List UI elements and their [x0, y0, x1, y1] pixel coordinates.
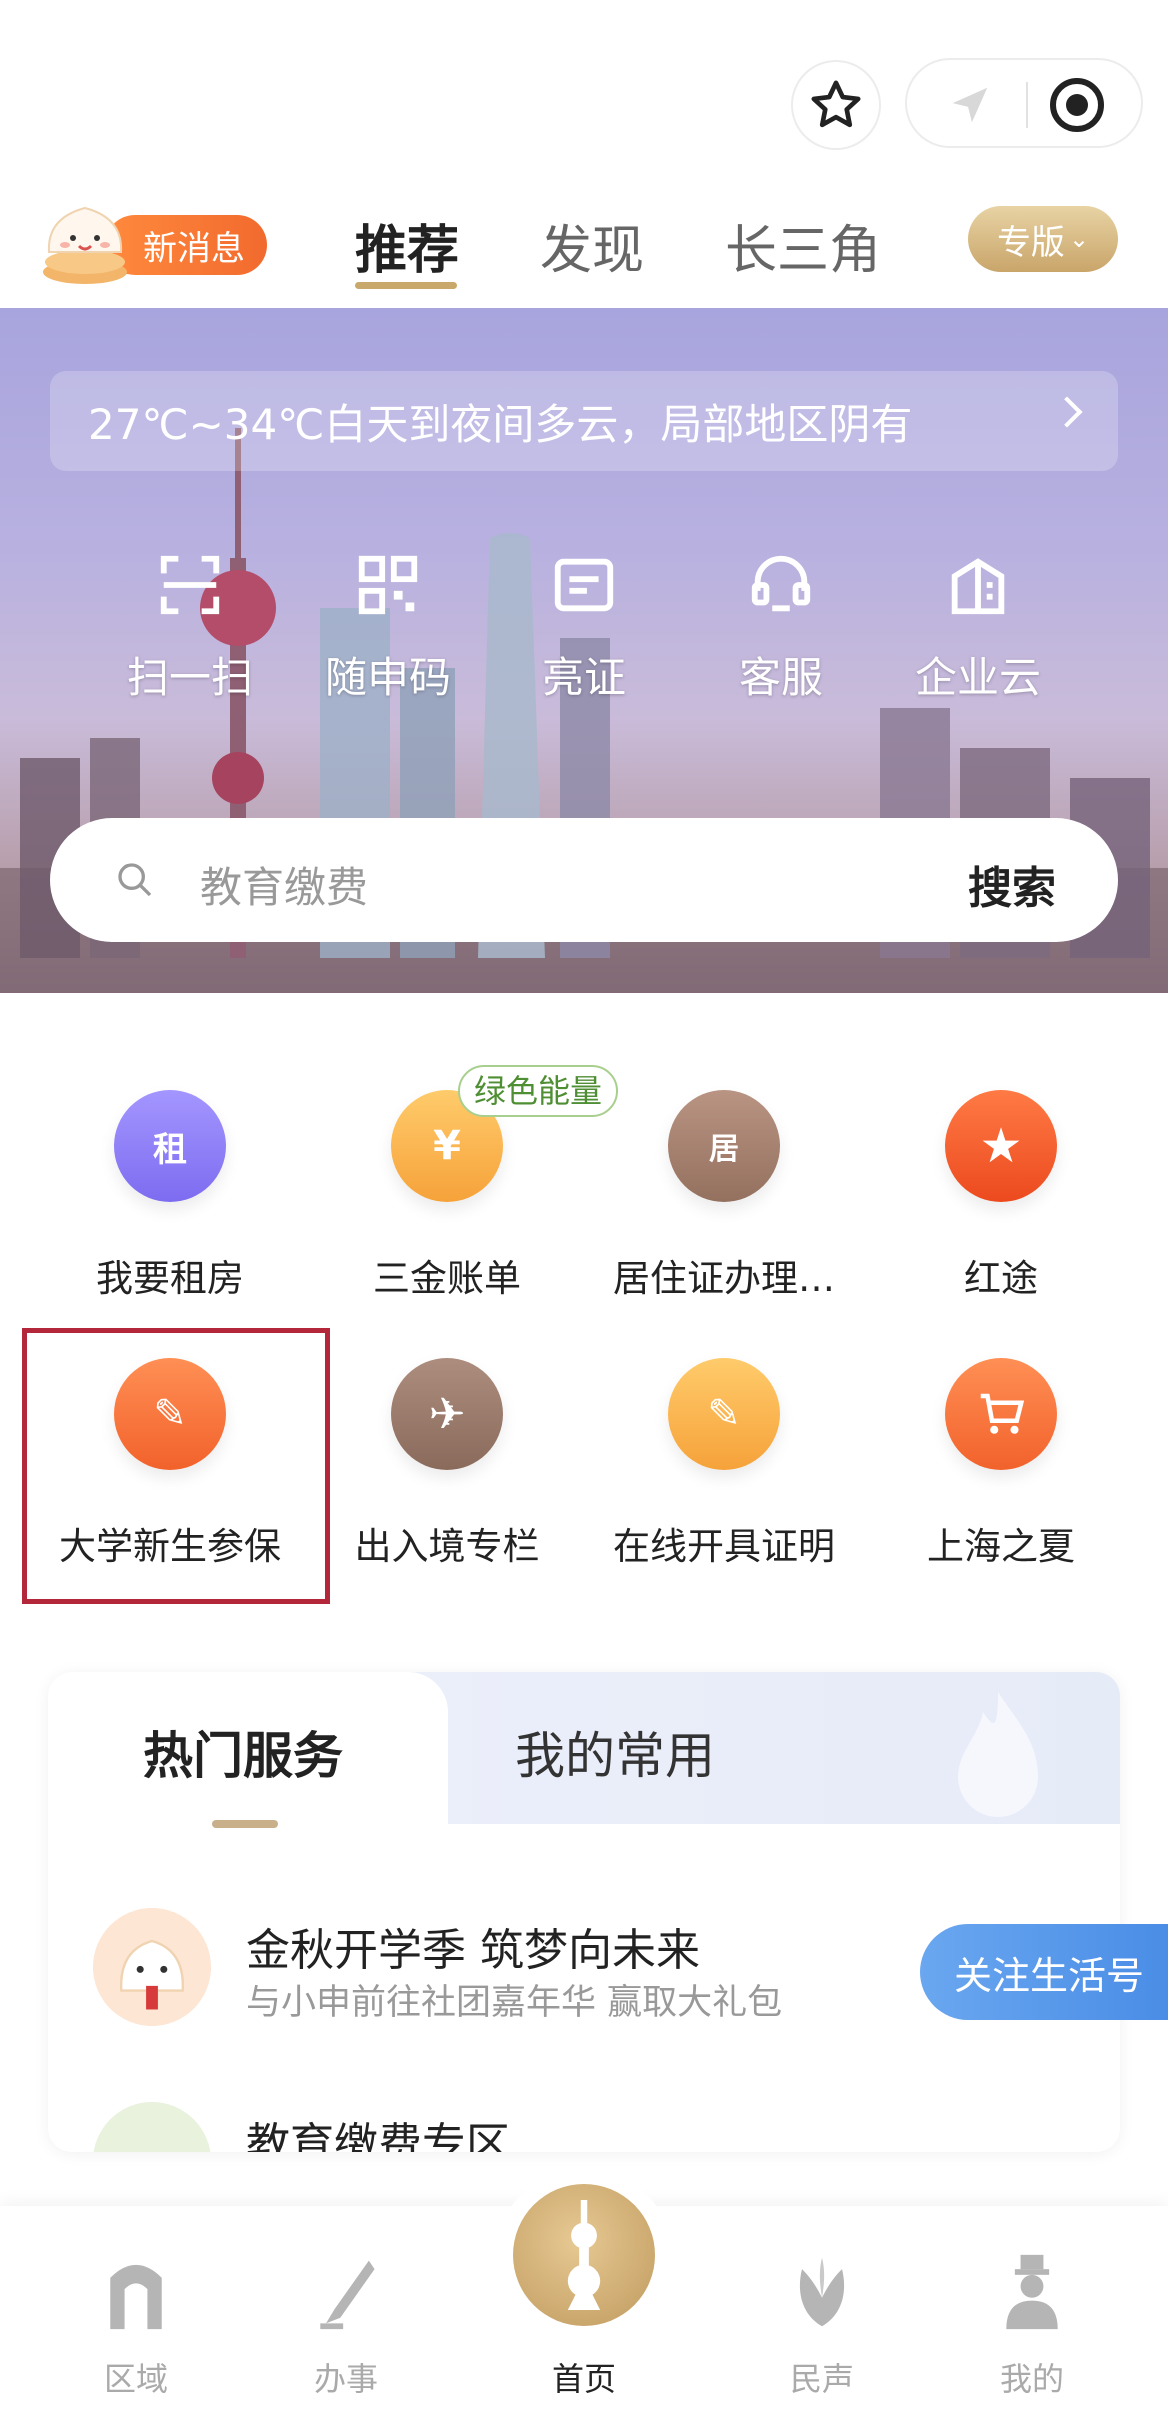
list-item-subtitle: 与小申前往社团嘉年华 赢取大礼包: [246, 1983, 783, 2023]
service-label: 三金账单: [373, 1257, 521, 1300]
nav-label: 首页: [551, 2360, 616, 2398]
qrcode-icon: [358, 555, 418, 615]
service-label: 我要租房: [96, 1257, 244, 1300]
nav-public-voice[interactable]: 民声: [752, 2206, 892, 2427]
flame-watermark-icon: [958, 1692, 1038, 1817]
nav-label: 民声: [789, 2360, 854, 2398]
home-button[interactable]: [513, 2184, 655, 2326]
hero-banner: 27℃~34℃白天到夜间多云，局部地区阴有 扫一扫 随申码 亮证 客服 企业云 …: [0, 308, 1168, 993]
weather-text: 27℃~34℃白天到夜间多云，局部地区阴有: [88, 399, 913, 449]
nav-label: 我的: [999, 2360, 1064, 2398]
service-item-certificate[interactable]: ✎ 在线开具证明: [584, 1328, 864, 1578]
search-bar[interactable]: 教育缴费 搜索: [50, 818, 1118, 942]
id-card-icon: [554, 558, 614, 612]
mascot-thumbnail: [93, 1908, 211, 2026]
airplane-icon: ✈: [391, 1358, 503, 1470]
app-screen: 新消息 推荐 发现 长三角 专版 ⌄ 27℃~34℃白天到夜间多云，局部地区阴有…: [0, 0, 1168, 2427]
house-icon: 租: [114, 1090, 226, 1202]
card-tab-bar: 热门服务 我的常用: [48, 1672, 1120, 1828]
service-item-rent[interactable]: 租 我要租房: [30, 1060, 310, 1310]
card-tab-underline: [212, 1820, 278, 1828]
search-button[interactable]: 搜索: [968, 852, 1056, 916]
list-item[interactable]: 教育缴费专区: [48, 2102, 1120, 2152]
flower-icon: [799, 2257, 845, 2327]
service-label: 在线开具证明: [613, 1525, 835, 1568]
close-miniprogram-icon[interactable]: [1050, 78, 1104, 132]
graduation-cap-icon: [93, 2102, 211, 2152]
quick-action-label: 随申码: [324, 653, 451, 702]
quick-action-label: 亮证: [541, 653, 626, 702]
chevron-down-icon: ⌄: [1068, 225, 1090, 253]
tab-yangtze-delta[interactable]: 长三角: [725, 208, 881, 283]
weather-notice[interactable]: 27℃~34℃白天到夜间多云，局部地区阴有: [50, 371, 1118, 471]
nav-mine[interactable]: 我的: [962, 2206, 1102, 2427]
nav-services[interactable]: 办事: [276, 2206, 416, 2427]
selection-highlight-box: [22, 1328, 330, 1604]
list-item-title: 金秋开学季 筑梦向未来: [246, 1925, 700, 1976]
shopping-cart-icon: [945, 1358, 1057, 1470]
headset-icon: [751, 555, 811, 612]
search-input[interactable]: 教育缴费: [200, 854, 368, 915]
service-item-red-route[interactable]: ★ 红途: [861, 1060, 1141, 1310]
favorite-button[interactable]: [791, 60, 881, 150]
header-tabs: 新消息 推荐 发现 长三角 专版 ⌄: [0, 190, 1168, 310]
quick-action-id-card[interactable]: 亮证: [494, 550, 674, 705]
hot-services-card: 热门服务 我的常用 金秋开学季 筑梦向未来 与小申前往社团嘉年华 赢取大礼包 教…: [48, 1672, 1120, 2152]
chevron-right-icon: [1051, 396, 1083, 428]
scan-icon: [160, 555, 220, 615]
top-bar: [0, 0, 1168, 190]
quick-action-support[interactable]: 客服: [691, 550, 871, 705]
arch-icon: [110, 2264, 162, 2330]
tab-recommend[interactable]: 推荐: [355, 208, 459, 283]
certificate-icon: ✎: [668, 1358, 780, 1470]
building-icon: [951, 558, 1005, 615]
green-energy-badge: 绿色能量: [458, 1065, 619, 1117]
quick-action-scan[interactable]: 扫一扫: [100, 550, 280, 705]
new-message-label: 新消息: [143, 228, 245, 269]
mini-program-capsule: [905, 58, 1143, 148]
quick-action-label: 客服: [738, 653, 823, 702]
search-icon: [118, 863, 152, 897]
list-item-title: 教育缴费专区: [246, 2119, 510, 2152]
service-label: 出入境专栏: [354, 1525, 540, 1568]
tab-discover[interactable]: 发现: [540, 208, 644, 283]
service-label: 红途: [964, 1257, 1038, 1300]
service-item-shanghai-summer[interactable]: 上海之夏: [861, 1328, 1141, 1578]
star-icon: [811, 80, 861, 128]
person-icon: [1006, 2254, 1058, 2330]
service-label: 居住证办理…: [613, 1257, 835, 1300]
location-arrow-icon[interactable]: [947, 82, 993, 128]
edition-label: 专版: [996, 222, 1065, 263]
service-item-immigration[interactable]: ✈ 出入境专栏: [307, 1328, 587, 1578]
quick-action-enterprise[interactable]: 企业云: [888, 550, 1068, 705]
tab-my-common[interactable]: 我的常用: [515, 1716, 715, 1788]
nav-region[interactable]: 区域: [66, 2206, 206, 2427]
tab-hot-services[interactable]: 热门服务: [143, 1716, 343, 1788]
pen-icon: [320, 2260, 375, 2330]
capsule-divider: [1026, 82, 1028, 128]
red-star-icon: ★: [945, 1090, 1057, 1202]
residence-card-icon: 居: [668, 1090, 780, 1202]
service-item-residence[interactable]: 居 居住证办理…: [584, 1060, 864, 1310]
quick-action-qrcode[interactable]: 随申码: [298, 550, 478, 705]
service-label: 上海之夏: [927, 1525, 1075, 1568]
follow-life-account-button[interactable]: 关注生活号: [920, 1924, 1168, 2020]
nav-label: 区域: [103, 2360, 168, 2398]
active-tab-underline: [355, 282, 457, 289]
quick-action-label: 企业云: [914, 653, 1041, 702]
quick-action-label: 扫一扫: [126, 653, 253, 702]
edition-dropdown[interactable]: 专版 ⌄: [968, 206, 1118, 272]
cart-glyph: [980, 1393, 1025, 1434]
tower-icon: [567, 2200, 601, 2310]
nav-label: 办事: [313, 2360, 378, 2398]
mascot-icon: [93, 1908, 211, 2026]
mascot-dumpling-icon[interactable]: [35, 190, 135, 290]
